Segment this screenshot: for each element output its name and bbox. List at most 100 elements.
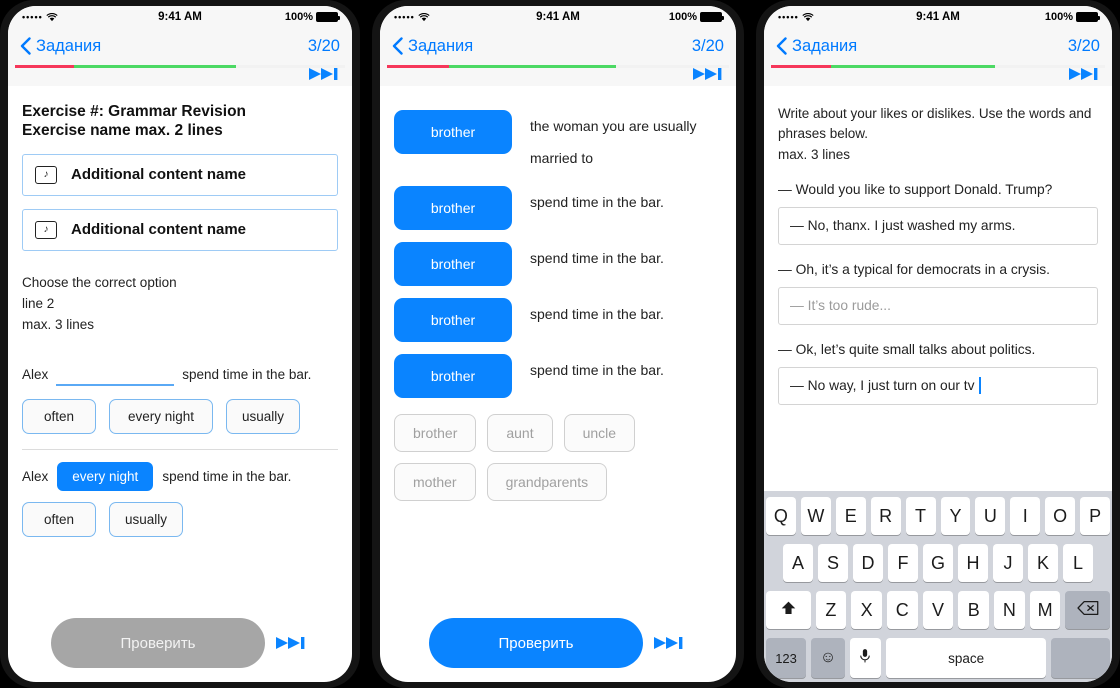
music-note-icon: ♪ xyxy=(35,220,57,239)
match-chip-3[interactable]: brother xyxy=(394,242,512,287)
emoji-icon: ☺ xyxy=(819,649,837,666)
key-b[interactable]: B xyxy=(958,591,990,629)
match-chip-1[interactable]: brother xyxy=(394,110,512,154)
key-u[interactable]: U xyxy=(975,497,1006,535)
progress-red-1 xyxy=(15,65,75,68)
pool-chip-brother[interactable]: brother xyxy=(394,414,477,453)
status-bar-1: ••••• 9:41 AM 100% xyxy=(8,6,352,28)
additional-content-card-1[interactable]: ♪ Additional content name xyxy=(22,153,338,196)
shift-icon xyxy=(780,600,797,621)
answer-input-2[interactable]: — It’s too rude... xyxy=(778,286,1098,325)
shift-key[interactable] xyxy=(766,591,811,629)
fast-forward-icon-bottom-1[interactable] xyxy=(275,635,309,651)
match-text-4: spend time in the bar. xyxy=(530,306,664,323)
key-j[interactable]: J xyxy=(993,544,1023,582)
key-q[interactable]: Q xyxy=(765,497,796,535)
answer-slot-1[interactable] xyxy=(56,364,175,386)
key-c[interactable]: C xyxy=(886,591,918,629)
selected-answer-chip[interactable]: every night xyxy=(57,461,154,491)
option-chip-usually-1[interactable]: usually xyxy=(226,398,300,434)
match-text-3: spend time in the bar. xyxy=(530,250,664,267)
key-g[interactable]: G xyxy=(923,544,953,582)
additional-content-label-1: Additional content name xyxy=(71,166,247,184)
keyboard-row-4: 123 ☺ space xyxy=(766,638,1110,678)
fast-forward-icon-bottom-2[interactable] xyxy=(653,635,687,651)
key-e[interactable]: E xyxy=(835,497,866,535)
task-counter-1: 3/20 xyxy=(307,36,340,55)
fast-forward-icon-2[interactable] xyxy=(692,66,726,82)
match-chip-2[interactable]: brother xyxy=(394,186,512,231)
option-chip-often-2[interactable]: often xyxy=(22,501,96,537)
pool-chip-aunt[interactable]: aunt xyxy=(487,414,553,453)
key-m[interactable]: M xyxy=(1029,591,1061,629)
key-h[interactable]: H xyxy=(958,544,988,582)
back-button-2[interactable]: Задания xyxy=(392,37,473,56)
microphone-key[interactable] xyxy=(850,638,881,678)
battery-icon xyxy=(316,12,340,22)
text-caret xyxy=(978,377,981,395)
content-2: brother the woman you are usually marrie… xyxy=(380,86,736,618)
key-y[interactable]: Y xyxy=(940,497,971,535)
chevron-left-icon xyxy=(392,37,403,55)
key-l[interactable]: L xyxy=(1063,544,1093,582)
key-i[interactable]: I xyxy=(1010,497,1041,535)
key-f[interactable]: F xyxy=(888,544,918,582)
key-d[interactable]: D xyxy=(853,544,883,582)
phone-frame-3: ••••• 9:41 AM 100% Задания 3/20 Write ab… xyxy=(756,0,1120,688)
screen-2: ••••• 9:41 AM 100% Задания 3/20 brother … xyxy=(380,6,736,682)
progress-track-2 xyxy=(387,65,729,68)
answer-input-1-value: — No, thanx. I just washed my arms. xyxy=(790,218,1016,234)
key-x[interactable]: X xyxy=(851,591,882,629)
progress-area-3 xyxy=(764,64,1112,86)
key-n[interactable]: N xyxy=(994,591,1025,629)
match-text-1: the woman you are usually married to xyxy=(530,118,697,167)
key-s[interactable]: S xyxy=(818,544,848,582)
sentence-row-1: Alex spend time in the bar. xyxy=(22,362,338,388)
pool-chip-grandparents[interactable]: grandparents xyxy=(486,463,608,502)
match-row: brother spend time in the bar. xyxy=(394,354,722,399)
key-v[interactable]: V xyxy=(922,591,954,629)
back-button-1[interactable]: Задания xyxy=(20,37,101,56)
fast-forward-icon-1[interactable] xyxy=(308,66,342,82)
check-row-2: Проверить xyxy=(380,618,736,682)
option-chip-every-night-1[interactable]: every night xyxy=(109,398,213,434)
key-a[interactable]: A xyxy=(783,544,813,582)
numbers-key[interactable]: 123 xyxy=(766,638,807,678)
nav-bar-2: Задания 3/20 xyxy=(380,28,736,64)
key-o[interactable]: O xyxy=(1045,497,1076,535)
chevron-left-icon xyxy=(20,37,31,55)
backspace-key[interactable] xyxy=(1065,591,1110,629)
space-key[interactable]: space xyxy=(885,638,1047,678)
back-label-1: Задания xyxy=(36,36,102,55)
additional-content-label-2: Additional content name xyxy=(71,221,247,239)
answer-input-1[interactable]: — No, thanx. I just washed my arms. xyxy=(778,206,1098,245)
key-z[interactable]: Z xyxy=(815,591,847,629)
match-row: brother spend time in the bar. xyxy=(394,186,722,231)
check-button-2[interactable]: Проверить xyxy=(429,618,643,668)
back-button-3[interactable]: Задания xyxy=(776,37,857,56)
pool-chip-mother[interactable]: mother xyxy=(394,463,476,502)
pool-chip-uncle[interactable]: uncle xyxy=(563,414,636,453)
match-chip-5[interactable]: brother xyxy=(394,354,512,399)
check-button-1[interactable]: Проверить xyxy=(51,618,265,668)
return-key[interactable] xyxy=(1051,638,1110,678)
content-1: Exercise #: Grammar Revision Exercise na… xyxy=(8,86,352,618)
match-row: brother the woman you are usually marrie… xyxy=(394,110,722,174)
option-chip-often-1[interactable]: often xyxy=(22,398,96,434)
emoji-key[interactable]: ☺ xyxy=(811,638,846,678)
key-p[interactable]: P xyxy=(1080,497,1111,535)
key-k[interactable]: K xyxy=(1028,544,1058,582)
content-3: Write about your likes or dislikes. Use … xyxy=(764,86,1112,491)
additional-content-card-2[interactable]: ♪ Additional content name xyxy=(22,208,338,251)
fast-forward-icon-3[interactable] xyxy=(1068,66,1102,82)
task-counter-2: 3/20 xyxy=(691,36,724,55)
key-t[interactable]: T xyxy=(905,497,936,535)
status-time: 9:41 AM xyxy=(536,11,580,23)
key-r[interactable]: R xyxy=(870,497,901,535)
chevron-left-icon xyxy=(776,37,787,55)
match-chip-4[interactable]: brother xyxy=(394,298,512,343)
option-chip-usually-2[interactable]: usually xyxy=(109,501,183,537)
backspace-icon xyxy=(1077,600,1099,621)
key-w[interactable]: W xyxy=(800,497,831,535)
answer-input-3[interactable]: — No way, I just turn on our tv xyxy=(778,366,1098,405)
